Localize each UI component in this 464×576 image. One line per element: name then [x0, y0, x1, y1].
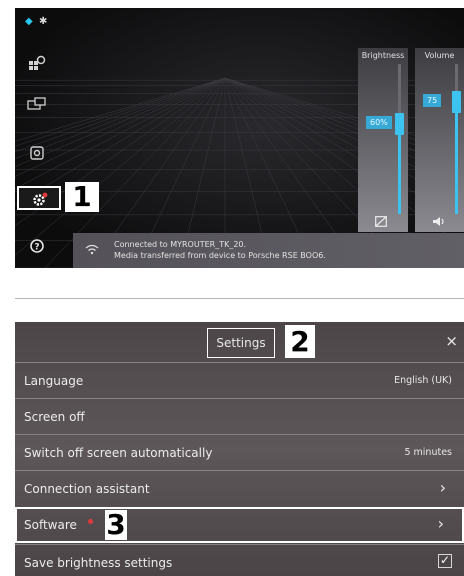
- home-screen-panel: ◆ ✱ 1 ? Brightness 60% Volume 75 Connect…: [15, 8, 464, 268]
- update-badge-icon: [88, 519, 93, 524]
- save-brightness-checkbox[interactable]: ✓: [438, 553, 452, 568]
- row-label: Save brightness settings: [24, 556, 173, 570]
- close-icon[interactable]: ×: [445, 332, 458, 350]
- apps-icon[interactable]: [25, 55, 49, 75]
- row-label: Screen off: [24, 410, 85, 424]
- settings-panel: Settings 2 × Language English (UK) Scree…: [15, 322, 464, 576]
- wifi-icon: [85, 244, 99, 257]
- row-value: 5 minutes: [404, 447, 452, 458]
- row-label: Switch off screen automatically: [24, 446, 213, 460]
- brightness-value: 60%: [366, 116, 392, 129]
- notification-line-2: Media transferred from device to Porsche…: [114, 251, 326, 260]
- volume-value: 75: [423, 93, 442, 107]
- update-badge-icon: [42, 192, 48, 198]
- volume-slider-panel: Volume 75: [415, 48, 464, 232]
- media-icon[interactable]: [25, 145, 49, 165]
- wifi-icon: ◆: [25, 16, 33, 27]
- callout-1: 1: [65, 182, 99, 212]
- notification-line-1: Connected to MYROUTER_TK_20.: [114, 240, 247, 249]
- settings-icon: [33, 192, 48, 206]
- settings-row-software[interactable]: Software › 3: [15, 507, 464, 543]
- screen-brightness-icon: [375, 216, 387, 230]
- chevron-right-icon: ›: [437, 514, 444, 533]
- speaker-icon: [432, 216, 446, 230]
- row-label: Language: [24, 374, 84, 388]
- volume-fill: [455, 101, 458, 214]
- svg-text:?: ?: [34, 243, 39, 253]
- settings-title: Settings: [207, 328, 275, 358]
- settings-sidebar-button[interactable]: [17, 186, 61, 210]
- notification-banner[interactable]: Connected to MYROUTER_TK_20. Media trans…: [73, 233, 464, 268]
- brightness-thumb[interactable]: [395, 113, 404, 135]
- callout-2: 2: [283, 325, 317, 358]
- row-value: English (UK): [394, 375, 452, 386]
- settings-row-language[interactable]: Language English (UK): [15, 362, 464, 398]
- settings-row-connection-assistant[interactable]: Connection assistant ›: [15, 470, 464, 506]
- settings-row-screen-off[interactable]: Screen off: [15, 398, 464, 434]
- volume-title: Volume: [424, 51, 455, 60]
- row-label: Software: [24, 518, 77, 532]
- row-label: Connection assistant: [24, 482, 150, 496]
- help-icon[interactable]: ?: [25, 238, 49, 258]
- checkmark-icon: ✓: [440, 553, 451, 567]
- brightness-title: Brightness: [361, 51, 405, 60]
- bluetooth-icon: ✱: [39, 16, 48, 27]
- brightness-fill: [398, 124, 401, 214]
- brightness-slider-panel: Brightness 60%: [358, 48, 408, 232]
- divider: [15, 298, 464, 299]
- chevron-right-icon: ›: [439, 478, 446, 497]
- callout-3: 3: [105, 508, 127, 541]
- settings-row-switch-off-screen[interactable]: Switch off screen automatically 5 minute…: [15, 434, 464, 470]
- settings-row-save-brightness[interactable]: Save brightness settings ✓: [15, 544, 464, 576]
- devices-icon[interactable]: [25, 96, 49, 116]
- volume-thumb[interactable]: [452, 90, 461, 113]
